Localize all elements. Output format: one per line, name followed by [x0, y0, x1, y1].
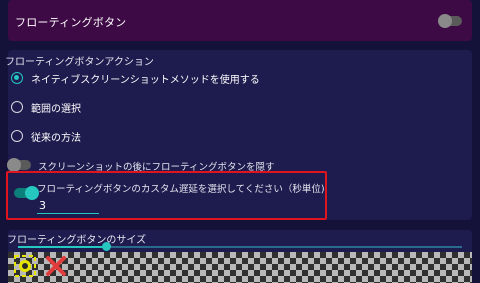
preview-background [8, 252, 472, 283]
toggle-knob [7, 158, 21, 172]
radio-button[interactable] [11, 72, 23, 84]
screenshot-target-icon[interactable] [13, 254, 37, 278]
radio-option-native-screenshot[interactable]: ネイティブスクリーンショットメソッドを使用する [11, 69, 260, 87]
floating-button-toggle[interactable] [438, 14, 462, 28]
radio-label: 範囲の選択 [31, 103, 81, 115]
custom-delay-toggle[interactable] [14, 186, 39, 200]
hide-after-screenshot-toggle[interactable] [7, 158, 31, 172]
size-section-title: フローティングボタンのサイズ [7, 235, 147, 246]
toggle-knob [438, 14, 452, 28]
close-icon[interactable] [44, 254, 68, 278]
size-slider-fill [18, 246, 107, 248]
radio-option-legacy-method[interactable]: 従来の方法 [11, 127, 81, 145]
custom-delay-label: フローティングボタンのカスタム遅延を選択してください（秒単位) [37, 184, 325, 195]
custom-delay-input[interactable]: 3 [37, 197, 99, 214]
floating-button-title: フローティングボタン [15, 16, 127, 29]
floating-button-card: フローティングボタン [8, 0, 472, 41]
radio-label: ネイティブスクリーンショットメソッドを使用する [31, 74, 260, 86]
radio-option-select-region[interactable]: 範囲の選択 [11, 98, 81, 116]
radio-label: 従来の方法 [31, 132, 81, 144]
radio-button[interactable] [11, 101, 23, 113]
actions-section-title: フローティングボタンアクション [5, 57, 154, 68]
radio-button[interactable] [11, 130, 23, 142]
